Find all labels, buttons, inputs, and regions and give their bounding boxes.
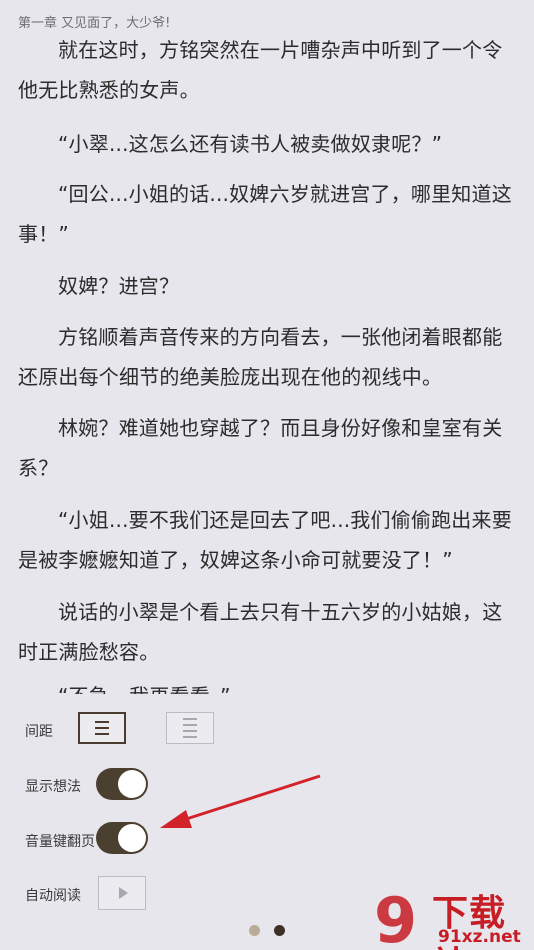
paragraph: 说话的小翠是个看上去只有十五六岁的小姑娘，这时正满脸愁容。 xyxy=(18,600,503,664)
watermark-logo-icon: 9 xyxy=(374,886,417,948)
page-dot[interactable] xyxy=(249,925,260,936)
annotation-arrow-icon xyxy=(160,774,321,828)
paragraph: 奴婢？进宫？ xyxy=(58,274,180,298)
show-thoughts-toggle[interactable] xyxy=(96,768,148,800)
chapter-title: 第一章 又见面了，大少爷! xyxy=(18,16,171,31)
auto-read-label: 自动阅读 xyxy=(25,888,81,904)
auto-read-play-button[interactable] xyxy=(98,876,146,910)
page-dot-active[interactable] xyxy=(274,925,285,936)
paragraph: 林婉？难道她也穿越了？而且身份好像和皇室有关系？ xyxy=(18,416,503,480)
spacing-loose-icon xyxy=(183,718,197,738)
reader-page: 第一章 又见面了，大少爷! 就在这时，方铭突然在一片嘈杂声中听到了一个令他无比熟… xyxy=(0,0,534,950)
spacing-label: 间距 xyxy=(25,724,53,740)
play-icon xyxy=(119,887,128,899)
paragraph: “不急，我再看看。” xyxy=(18,676,518,694)
paragraph: “回公...小姐的话...奴婢六岁就进宫了，哪里知道这事！” xyxy=(18,182,512,246)
paragraph: 就在这时，方铭突然在一片嘈杂声中听到了一个令他无比熟悉的女声。 xyxy=(18,38,503,102)
watermark-url: 91xz.net xyxy=(438,927,521,947)
volume-key-label: 音量键翻页 xyxy=(25,834,95,850)
paragraph: “小翠...这怎么还有读书人被卖做奴隶呢？” xyxy=(58,132,443,156)
spacing-compact-icon xyxy=(95,721,109,735)
volume-key-toggle[interactable] xyxy=(96,822,148,854)
show-thoughts-label: 显示想法 xyxy=(25,779,81,795)
spacing-loose-button[interactable] xyxy=(166,712,214,744)
toggle-knob xyxy=(118,824,146,852)
reading-area[interactable]: 第一章 又见面了，大少爷! 就在这时，方铭突然在一片嘈杂声中听到了一个令他无比熟… xyxy=(0,0,534,694)
spacing-compact-button[interactable] xyxy=(78,712,126,744)
toggle-knob xyxy=(118,770,146,798)
paragraph: “小姐...要不我们还是回去了吧...我们偷偷跑出来要是被李嬷嬷知道了，奴婢这条… xyxy=(18,508,512,572)
watermark-logo-text: 9 xyxy=(374,886,417,948)
paragraph: 方铭顺着声音传来的方向看去，一张他闭着眼都能还原出每个细节的绝美脸庞出现在他的视… xyxy=(18,325,503,389)
